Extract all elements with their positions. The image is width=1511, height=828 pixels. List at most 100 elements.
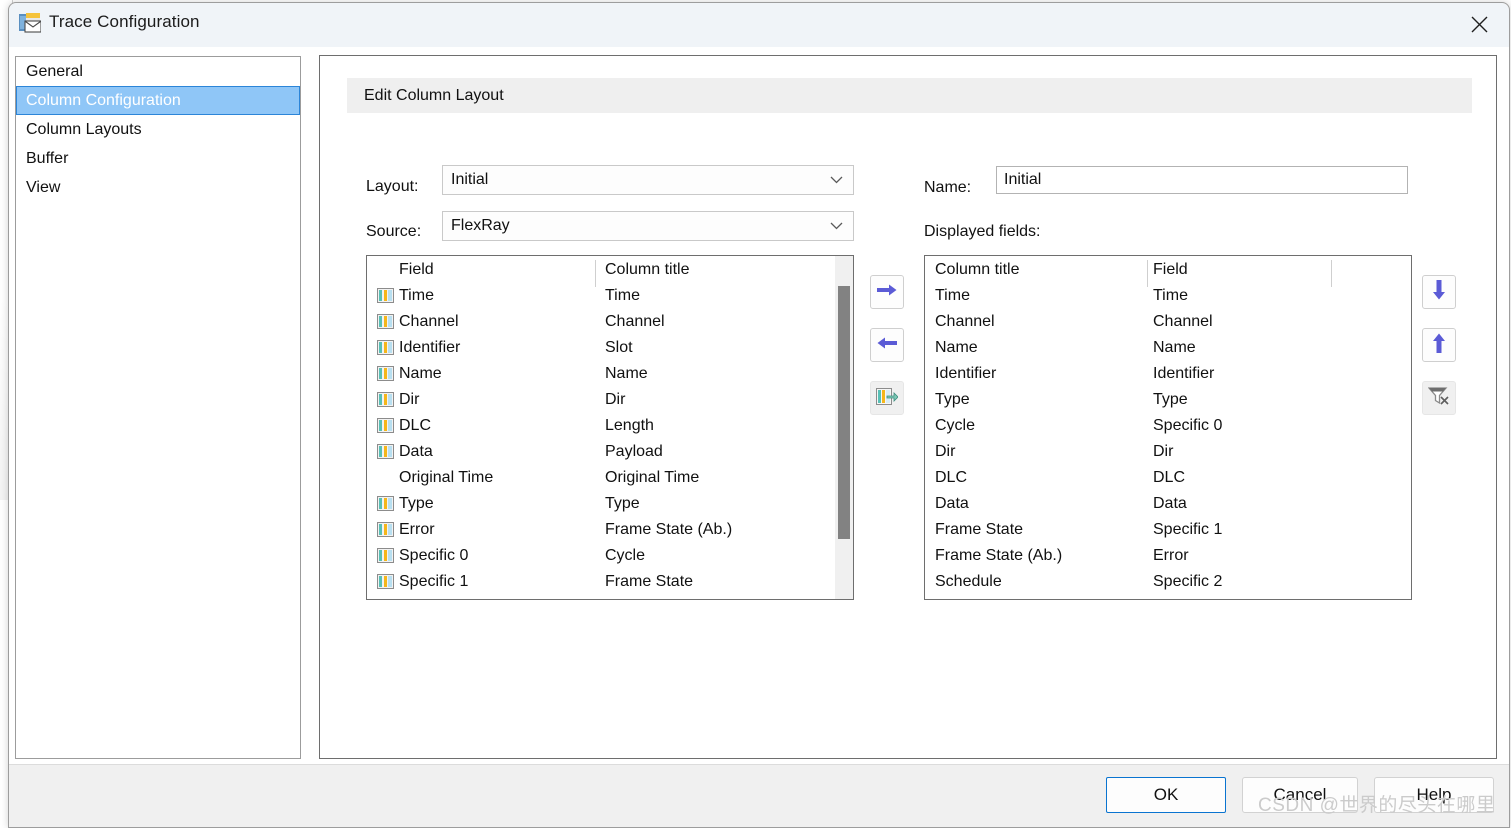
- available-list-item[interactable]: Specific 1 Frame State: [367, 569, 853, 595]
- name-label: Name:: [924, 179, 972, 196]
- available-list-item[interactable]: Data Payload: [367, 439, 853, 465]
- available-list-item[interactable]: Error Frame State (Ab.): [367, 517, 853, 543]
- displayed-item-field: Name: [1153, 339, 1196, 356]
- displayed-list-item[interactable]: DLC DLC: [925, 465, 1411, 491]
- window-title: Trace Configuration: [49, 12, 200, 31]
- displayed-item-field: Channel: [1153, 313, 1213, 330]
- displayed-item-field: Specific 4: [1153, 595, 1222, 599]
- displayed-list-item[interactable]: Dir Dir: [925, 439, 1411, 465]
- displayed-item-column-title: Cycle: [935, 417, 976, 434]
- available-item-column-title: Type: [605, 495, 640, 512]
- displayed-item-column-title: Sync Flag: [935, 595, 1006, 599]
- layout-select-value: Initial: [451, 171, 489, 188]
- displayed-item-column-title: Channel: [935, 313, 995, 330]
- name-input[interactable]: [996, 166, 1408, 194]
- trace-configuration-dialog: Trace Configuration General Column Confi…: [8, 2, 1510, 828]
- available-item-field: Channel: [399, 313, 459, 330]
- available-list-item[interactable]: Time Time: [367, 283, 853, 309]
- displayed-item-column-title: Data: [935, 495, 969, 512]
- available-item-column-title: Slot: [605, 339, 633, 356]
- move-down-button[interactable]: [1422, 275, 1456, 309]
- displayed-item-field: Time: [1153, 287, 1188, 304]
- ok-button[interactable]: OK: [1106, 777, 1226, 813]
- displayed-list-item[interactable]: Schedule Specific 2: [925, 569, 1411, 595]
- scrollbar-thumb[interactable]: [838, 286, 850, 539]
- available-item-field: Data: [399, 443, 433, 460]
- displayed-list-item[interactable]: Time Time: [925, 283, 1411, 309]
- group-title: Edit Column Layout: [347, 78, 1472, 113]
- arrow-down-icon: [1432, 280, 1446, 304]
- displayed-list-item[interactable]: Type Type: [925, 387, 1411, 413]
- move-up-button[interactable]: [1422, 328, 1456, 362]
- available-list-item[interactable]: Specific 0 Cycle: [367, 543, 853, 569]
- available-item-field: Type: [399, 495, 434, 512]
- available-item-field: Error: [399, 521, 435, 538]
- cancel-button[interactable]: Cancel: [1242, 777, 1358, 813]
- displayed-item-field: Dir: [1153, 443, 1174, 460]
- available-item-column-title: Frame State: [605, 573, 694, 590]
- displayed-list-item[interactable]: Sync Flag Specific 4: [925, 595, 1411, 599]
- displayed-item-field: Specific 1: [1153, 521, 1223, 538]
- displayed-item-field: Identifier: [1153, 365, 1215, 382]
- settings-nav-list[interactable]: General Column Configuration Column Layo…: [15, 56, 301, 759]
- available-list-item[interactable]: Type Type: [367, 491, 853, 517]
- move-left-button[interactable]: [870, 328, 904, 362]
- available-item-column-title: Dir: [605, 391, 626, 408]
- available-item-column-title: Length: [605, 417, 654, 434]
- add-column-button[interactable]: [870, 381, 904, 415]
- add-column-icon: [876, 387, 899, 410]
- available-list-item[interactable]: Specific 2 Schedule: [367, 595, 853, 599]
- sidebar-item-column-layouts[interactable]: Column Layouts: [16, 115, 300, 144]
- available-list-item[interactable]: DLC Length: [367, 413, 853, 439]
- clear-filter-button[interactable]: [1422, 381, 1456, 415]
- move-right-button[interactable]: [870, 275, 904, 309]
- column-icon: [377, 366, 394, 381]
- column-icon: [377, 444, 394, 459]
- column-icon: [377, 522, 394, 537]
- title-bar: Trace Configuration: [9, 3, 1509, 48]
- sidebar-item-column-configuration[interactable]: Column Configuration: [16, 86, 300, 115]
- sidebar-item-general[interactable]: General: [16, 57, 300, 86]
- available-list-item[interactable]: Identifier Slot: [367, 335, 853, 361]
- dialog-body: General Column Configuration Column Layo…: [9, 47, 1509, 765]
- filter-clear-icon: [1427, 386, 1450, 410]
- column-icon: [377, 314, 394, 329]
- dialog-footer: OK Cancel Help: [9, 764, 1509, 827]
- column-icon: [377, 340, 394, 355]
- layout-label: Layout:: [366, 178, 419, 195]
- available-list-item[interactable]: Channel Channel: [367, 309, 853, 335]
- displayed-fields-list[interactable]: Column title Field Time Time Channel Channel N…: [924, 255, 1412, 600]
- chevron-down-icon: [830, 212, 843, 240]
- available-item-field: Specific 0: [399, 547, 469, 564]
- displayed-list-item[interactable]: Channel Channel: [925, 309, 1411, 335]
- available-item-column-title: Original Time: [605, 469, 700, 486]
- available-list-item[interactable]: Name Name: [367, 361, 853, 387]
- layout-select[interactable]: Initial: [442, 165, 854, 195]
- trace-config-icon: [19, 13, 42, 33]
- available-item-field: Dir: [399, 391, 420, 408]
- source-select[interactable]: FlexRay: [442, 211, 854, 241]
- column-icon: [377, 288, 394, 303]
- displayed-item-column-title: DLC: [935, 469, 968, 486]
- column-icon: [377, 574, 394, 589]
- close-icon[interactable]: [1449, 3, 1509, 46]
- displayed-item-field: Type: [1153, 391, 1188, 408]
- displayed-list-item[interactable]: Cycle Specific 0: [925, 413, 1411, 439]
- displayed-item-column-title: Name: [935, 339, 978, 356]
- displayed-list-item[interactable]: Name Name: [925, 335, 1411, 361]
- displayed-item-field: DLC: [1153, 469, 1186, 486]
- help-button[interactable]: Help: [1374, 777, 1494, 813]
- vertical-scrollbar[interactable]: [834, 256, 853, 599]
- displayed-list-item[interactable]: Data Data: [925, 491, 1411, 517]
- sidebar-item-view[interactable]: View: [16, 173, 300, 202]
- sidebar-item-buffer[interactable]: Buffer: [16, 144, 300, 173]
- column-icon: [377, 392, 394, 407]
- displayed-list-item[interactable]: Frame State Specific 1: [925, 517, 1411, 543]
- displayed-list-item[interactable]: Identifier Identifier: [925, 361, 1411, 387]
- available-list-item[interactable]: Original Time Original Time: [367, 465, 853, 491]
- displayed-list-item[interactable]: Frame State (Ab.) Error: [925, 543, 1411, 569]
- available-item-field: Name: [399, 365, 442, 382]
- available-fields-list[interactable]: Field Column title Time Time Channel Channel I…: [366, 255, 854, 600]
- displayed-item-field: Data: [1153, 495, 1187, 512]
- available-list-item[interactable]: Dir Dir: [367, 387, 853, 413]
